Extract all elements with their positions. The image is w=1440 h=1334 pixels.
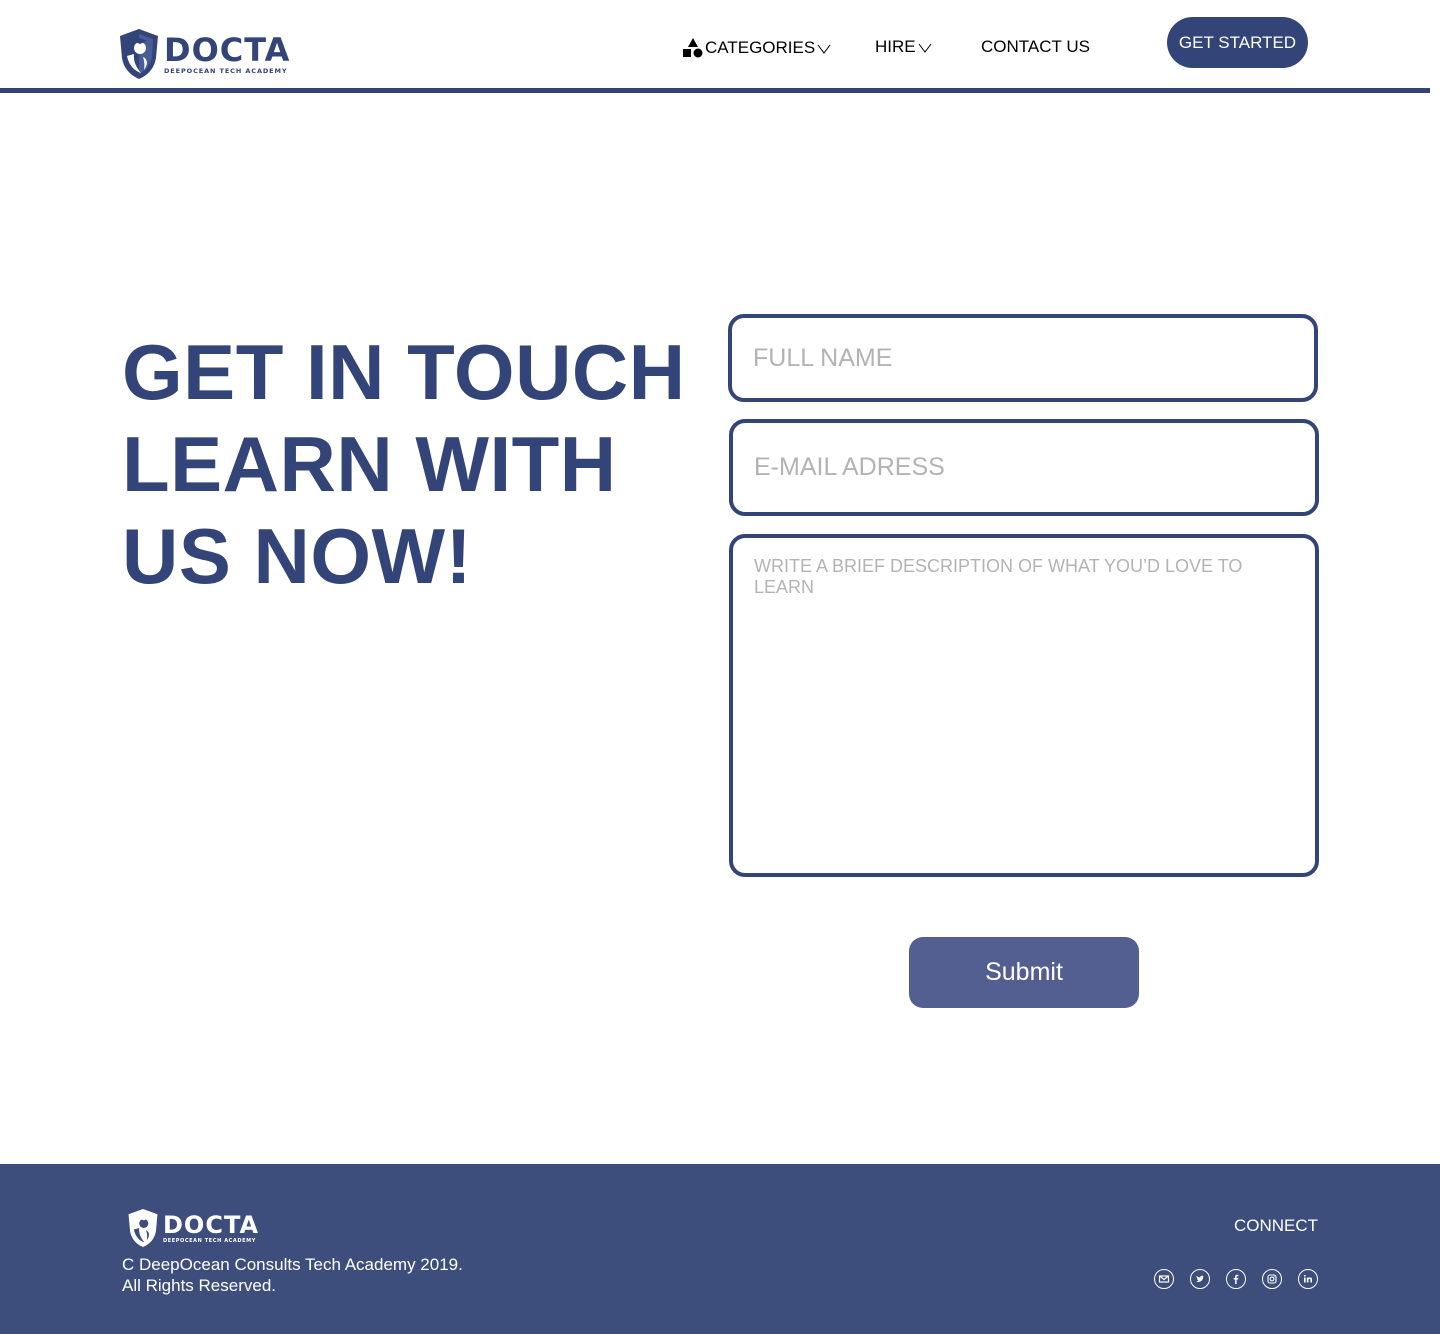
nav-categories-label: CATEGORIES <box>705 38 816 57</box>
shield-graduate-icon <box>120 29 158 79</box>
full-name-input[interactable] <box>732 318 1314 398</box>
chevron-down-icon <box>817 44 831 54</box>
nav-contact-us[interactable]: CONTACT US <box>981 37 1090 57</box>
site-footer: DOCTA DEEPOCEAN TECH ACADEMY C DeepOcean… <box>0 1164 1440 1334</box>
full-name-field-box <box>728 314 1318 402</box>
header-divider <box>0 88 1430 93</box>
page-title: GET IN TOUCH LEARN WITH US NOW! <box>122 326 686 602</box>
copyright-line: C DeepOcean Consults Tech Academy 2019. <box>122 1255 463 1274</box>
footer-logo[interactable]: DOCTA DEEPOCEAN TECH ACADEMY <box>127 1208 259 1248</box>
linkedin-icon[interactable] <box>1298 1269 1318 1289</box>
title-line: GET IN TOUCH <box>122 328 686 416</box>
nav-hire-label: HIRE <box>875 37 916 56</box>
email-input[interactable] <box>733 423 1315 512</box>
footer-logo-tagline: DEEPOCEAN TECH ACADEMY <box>163 1237 256 1244</box>
chevron-down-icon <box>918 43 932 53</box>
logo-tagline: DEEPOCEAN TECH ACADEMY <box>164 66 288 75</box>
nav-categories[interactable]: CATEGORIES <box>682 37 831 59</box>
copyright-text: C DeepOcean Consults Tech Academy 2019. … <box>122 1254 463 1296</box>
social-links <box>1154 1269 1318 1289</box>
email-field-box <box>729 419 1319 516</box>
shapes-icon <box>683 38 703 58</box>
nav-contact-label: CONTACT US <box>981 37 1090 56</box>
site-header: DOCTA DEEPOCEAN TECH ACADEMY CATEGORIES … <box>0 0 1440 95</box>
description-textarea[interactable] <box>733 538 1315 873</box>
connect-heading: CONNECT <box>1233 1216 1318 1235</box>
logo-name: DOCTA <box>164 30 291 69</box>
copyright-line: All Rights Reserved. <box>122 1276 277 1295</box>
facebook-icon[interactable] <box>1226 1269 1246 1289</box>
footer-logo-name: DOCTA <box>163 1210 260 1239</box>
twitter-icon[interactable] <box>1190 1269 1210 1289</box>
nav-hire[interactable]: HIRE <box>875 37 932 57</box>
get-started-button[interactable]: GET STARTED <box>1167 17 1308 68</box>
header-logo[interactable]: DOCTA DEEPOCEAN TECH ACADEMY <box>118 28 290 80</box>
submit-button[interactable]: Submit <box>909 937 1139 1008</box>
mail-icon[interactable] <box>1154 1269 1174 1289</box>
description-field-box <box>729 534 1319 877</box>
instagram-icon[interactable] <box>1262 1269 1282 1289</box>
title-line: LEARN WITH <box>122 420 617 508</box>
title-line: US NOW! <box>122 512 473 600</box>
shield-graduate-icon <box>128 1208 158 1248</box>
